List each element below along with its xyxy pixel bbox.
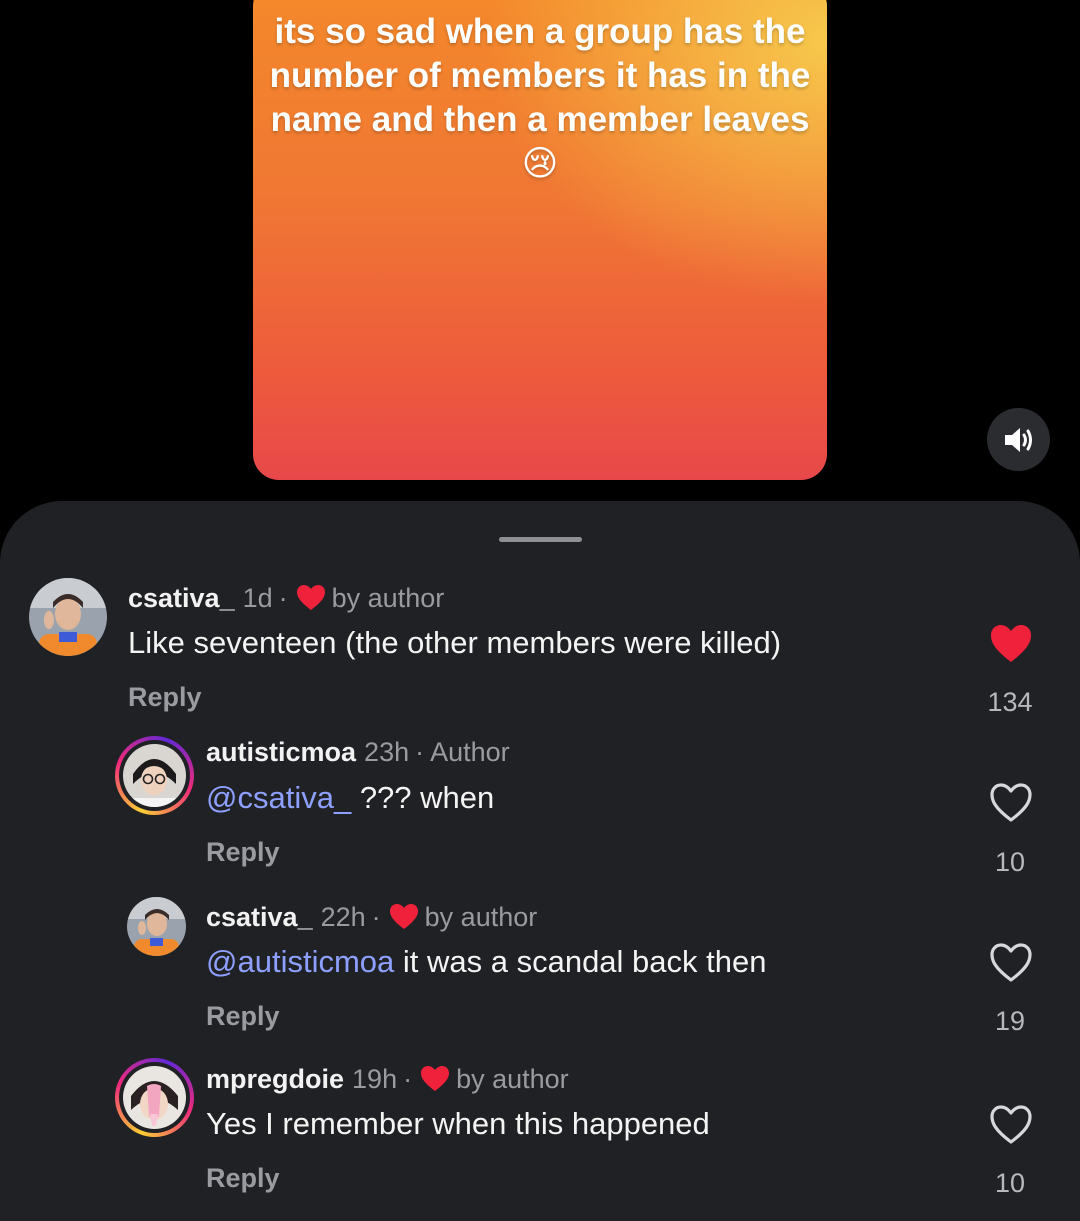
timestamp: 19h bbox=[352, 1064, 398, 1094]
comment-text: Yes I remember when this happened bbox=[206, 1106, 710, 1141]
timestamp: 23h bbox=[364, 737, 410, 767]
username[interactable]: csativa_ bbox=[206, 901, 313, 933]
liked-by-author-label: by author bbox=[331, 583, 445, 613]
reply-button[interactable]: Reply bbox=[206, 1162, 280, 1194]
username[interactable]: csativa_ bbox=[128, 582, 235, 614]
avatar-story-ring[interactable] bbox=[115, 1058, 194, 1137]
comment-text-body: it was a scandal back then bbox=[394, 944, 767, 979]
reply-button[interactable]: Reply bbox=[206, 836, 280, 868]
comments-sheet: csativa_ 1d · by author Like seventeen (… bbox=[0, 501, 1080, 1221]
like-count: 19 bbox=[994, 1006, 1026, 1036]
comment-text: Like seventeen (the other members were k… bbox=[128, 625, 782, 660]
timestamp: 22h bbox=[320, 902, 366, 932]
heart-icon bbox=[421, 1066, 450, 1091]
avatar[interactable] bbox=[127, 897, 186, 956]
comment-meta: csativa_ 1d · by author bbox=[128, 582, 444, 614]
video-preview[interactable]: its so sad when a group has the number o… bbox=[253, 0, 827, 480]
separator: · bbox=[403, 1064, 413, 1094]
comment-meta: autisticmoa 23h · Author bbox=[206, 736, 510, 768]
comment-meta: mpregdoie 19h · by author bbox=[206, 1063, 569, 1095]
avatar-story-ring[interactable] bbox=[115, 736, 194, 815]
like-count: 10 bbox=[994, 847, 1026, 877]
comment-text: @autisticmoa it was a scandal back then bbox=[206, 943, 766, 981]
comment-meta: csativa_ 22h · by author bbox=[206, 901, 537, 933]
heart-icon bbox=[389, 904, 418, 929]
username[interactable]: mpregdoie bbox=[206, 1063, 344, 1095]
liked-by-author-label: by author bbox=[456, 1064, 569, 1094]
separator: · bbox=[278, 583, 288, 613]
separator: · bbox=[415, 737, 425, 767]
heart-icon bbox=[296, 585, 325, 610]
speaker-icon bbox=[1004, 427, 1032, 452]
heart-icon[interactable] bbox=[989, 782, 1033, 824]
mute-toggle-button[interactable] bbox=[987, 408, 1050, 471]
reply-button[interactable]: Reply bbox=[128, 681, 202, 713]
heart-icon[interactable] bbox=[989, 1104, 1033, 1146]
liked-by-author-label: by author bbox=[424, 902, 538, 932]
like-count: 134 bbox=[987, 687, 1033, 717]
author-badge: Author bbox=[430, 737, 510, 767]
video-caption: its so sad when a group has the number o… bbox=[269, 12, 811, 183]
sheet-grab-handle[interactable] bbox=[499, 537, 582, 542]
mention-link[interactable]: @autisticmoa bbox=[206, 944, 394, 979]
avatar bbox=[123, 1066, 186, 1129]
mention-link[interactable]: @csativa_ bbox=[206, 780, 351, 815]
timestamp: 1d bbox=[242, 583, 273, 613]
avatar[interactable] bbox=[29, 578, 107, 656]
reply-button[interactable]: Reply bbox=[206, 1000, 280, 1032]
comment-text: @csativa_ ??? when bbox=[206, 779, 494, 817]
heart-icon[interactable] bbox=[989, 942, 1033, 984]
heart-icon[interactable] bbox=[989, 623, 1033, 665]
username[interactable]: autisticmoa bbox=[206, 736, 356, 768]
avatar bbox=[123, 744, 186, 807]
comment-text-body: ??? when bbox=[351, 780, 495, 815]
separator: · bbox=[371, 902, 381, 932]
like-count: 10 bbox=[994, 1168, 1026, 1198]
